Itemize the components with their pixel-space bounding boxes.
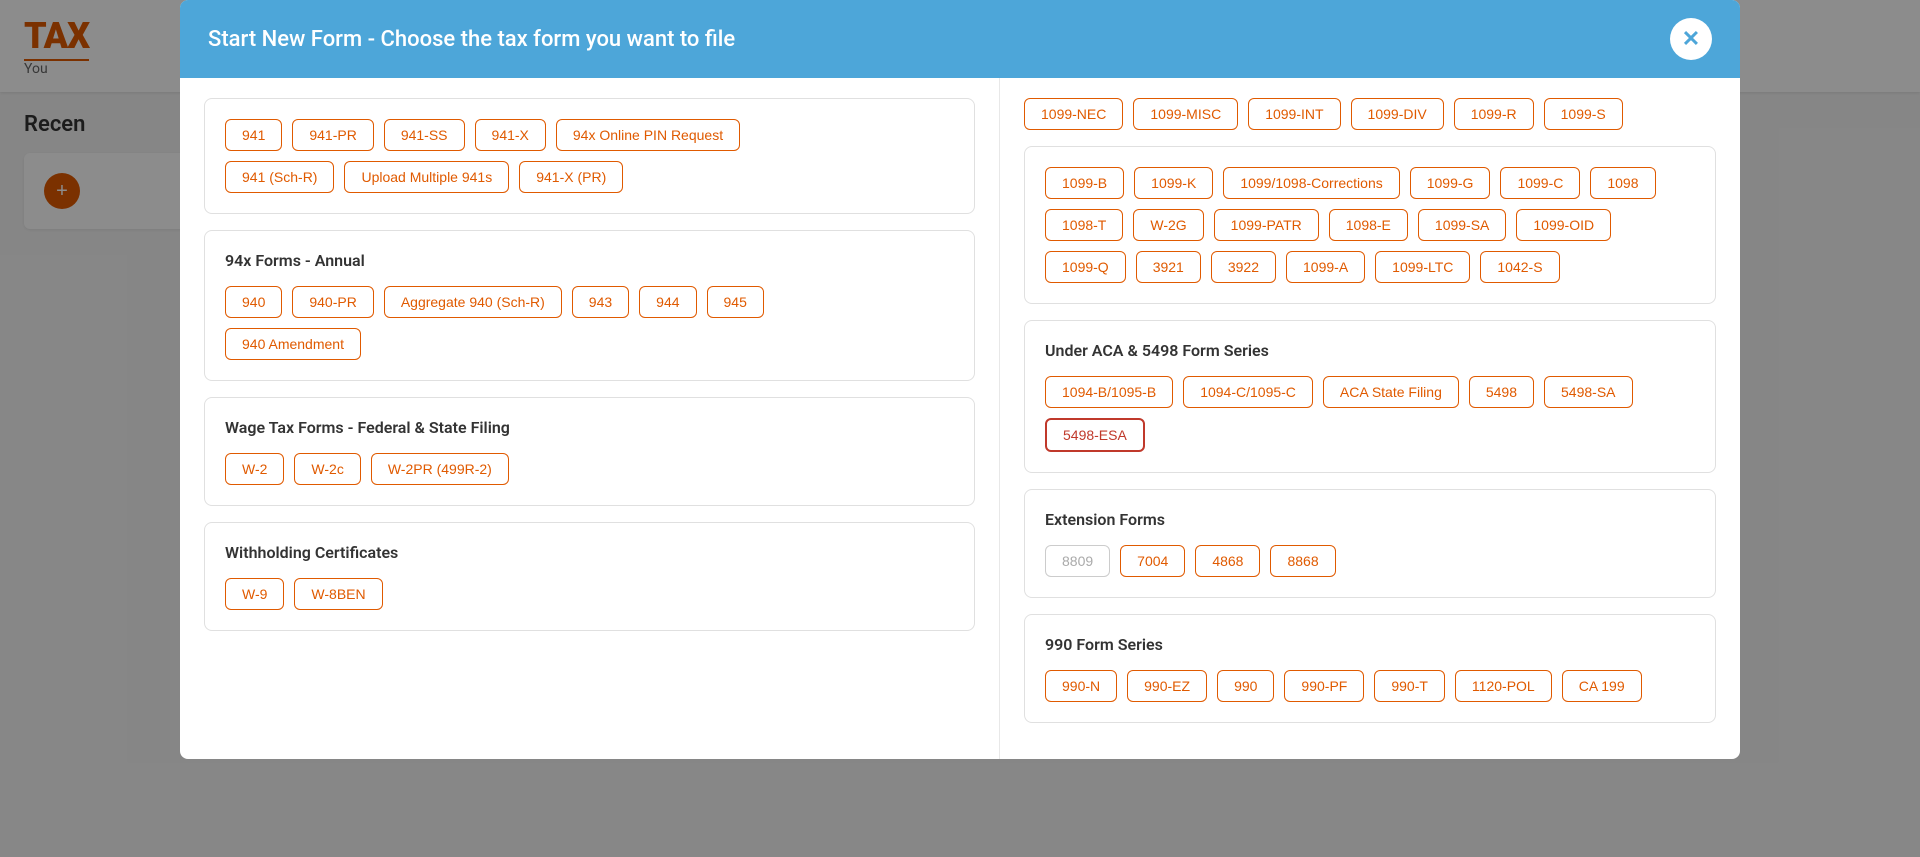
form-btn-4868[interactable]: 4868: [1195, 545, 1260, 577]
form-btn-1098[interactable]: 1098: [1590, 167, 1655, 199]
form-btn-1099-k[interactable]: 1099-K: [1134, 167, 1213, 199]
extension-buttons: 8809 7004 4868 8868: [1045, 545, 1695, 577]
modal-body: 941 941-PR 941-SS 941-X 94x Online PIN R…: [180, 78, 1740, 759]
form-btn-1098-t[interactable]: 1098-T: [1045, 209, 1123, 241]
1099-row2: 1098-T W-2G 1099-PATR 1098-E 1099-SA 109…: [1045, 209, 1695, 241]
modal-close-button[interactable]: ✕: [1670, 18, 1712, 60]
form-btn-w2c[interactable]: W-2c: [294, 453, 360, 485]
form-btn-1099-int[interactable]: 1099-INT: [1248, 98, 1340, 130]
modal-title: Start New Form - Choose the tax form you…: [208, 27, 735, 52]
section-990: 990 Form Series 990-N 990-EZ 990 990-PF …: [1024, 614, 1716, 723]
form-btn-7004[interactable]: 7004: [1120, 545, 1185, 577]
form-btn-1098-e[interactable]: 1098-E: [1329, 209, 1408, 241]
section-wage-tax: Wage Tax Forms - Federal & State Filing …: [204, 397, 975, 506]
form-btn-1099-nec[interactable]: 1099-NEC: [1024, 98, 1123, 130]
quarterly-bottom-buttons: 941 (Sch-R) Upload Multiple 941s 941-X (…: [225, 161, 954, 193]
form-btn-94x-pin[interactable]: 94x Online PIN Request: [556, 119, 740, 151]
modal-overlay: Start New Form - Choose the tax form you…: [0, 0, 1920, 857]
form-btn-1099-misc[interactable]: 1099-MISC: [1133, 98, 1238, 130]
section-withholding-title: Withholding Certificates: [225, 543, 954, 562]
form-btn-990-ez[interactable]: 990-EZ: [1127, 670, 1207, 702]
section-extension: Extension Forms 8809 7004 4868 8868: [1024, 489, 1716, 598]
form-btn-940-pr[interactable]: 940-PR: [292, 286, 373, 318]
form-btn-3922[interactable]: 3922: [1211, 251, 1276, 283]
form-btn-940[interactable]: 940: [225, 286, 282, 318]
form-btn-1099-div[interactable]: 1099-DIV: [1351, 98, 1444, 130]
form-btn-1099-a[interactable]: 1099-A: [1286, 251, 1365, 283]
form-btn-941-pr[interactable]: 941-PR: [292, 119, 373, 151]
form-btn-940-amendment[interactable]: 940 Amendment: [225, 328, 361, 360]
form-btn-941[interactable]: 941: [225, 119, 282, 151]
section-extension-title: Extension Forms: [1045, 510, 1695, 529]
section-94x-annual: 94x Forms - Annual 940 940-PR Aggregate …: [204, 230, 975, 381]
form-btn-aggregate-940[interactable]: Aggregate 940 (Sch-R): [384, 286, 562, 318]
section-withholding: Withholding Certificates W-9 W-8BEN: [204, 522, 975, 631]
form-btn-941-ss[interactable]: 941-SS: [384, 119, 465, 151]
form-btn-1099-ltc[interactable]: 1099-LTC: [1375, 251, 1470, 283]
form-btn-3921[interactable]: 3921: [1136, 251, 1201, 283]
form-btn-990-n[interactable]: 990-N: [1045, 670, 1117, 702]
form-btn-w9[interactable]: W-9: [225, 578, 284, 610]
form-btn-941-x-pr[interactable]: 941-X (PR): [519, 161, 623, 193]
section-1099-more: 1099-B 1099-K 1099/1098-Corrections 1099…: [1024, 146, 1716, 304]
withholding-buttons: W-9 W-8BEN: [225, 578, 954, 610]
section-wage-tax-title: Wage Tax Forms - Federal & State Filing: [225, 418, 954, 437]
form-btn-1099-1098-corrections[interactable]: 1099/1098-Corrections: [1223, 167, 1399, 199]
form-btn-943[interactable]: 943: [572, 286, 629, 318]
section-94x-quarterly: 941 941-PR 941-SS 941-X 94x Online PIN R…: [204, 98, 975, 214]
aca-row1: 1094-B/1095-B 1094-C/1095-C ACA State Fi…: [1045, 376, 1695, 408]
form-btn-941-x[interactable]: 941-X: [475, 119, 546, 151]
section-94x-annual-title: 94x Forms - Annual: [225, 251, 954, 270]
form-btn-5498-sa[interactable]: 5498-SA: [1544, 376, 1632, 408]
quarterly-top-buttons: 941 941-PR 941-SS 941-X 94x Online PIN R…: [225, 119, 954, 151]
1099-row3: 1099-Q 3921 3922 1099-A 1099-LTC 1042-S: [1045, 251, 1695, 283]
990-buttons: 990-N 990-EZ 990 990-PF 990-T 1120-POL C…: [1045, 670, 1695, 702]
section-aca-title: Under ACA & 5498 Form Series: [1045, 341, 1695, 360]
form-btn-1120-pol[interactable]: 1120-POL: [1455, 670, 1552, 702]
annual-bottom-buttons: 940 Amendment: [225, 328, 954, 360]
form-btn-ca199[interactable]: CA 199: [1562, 670, 1642, 702]
section-aca-5498: Under ACA & 5498 Form Series 1094-B/1095…: [1024, 320, 1716, 473]
annual-top-buttons: 940 940-PR Aggregate 940 (Sch-R) 943 944…: [225, 286, 954, 318]
form-btn-w2pr[interactable]: W-2PR (499R-2): [371, 453, 509, 485]
form-btn-990-pf[interactable]: 990-PF: [1284, 670, 1364, 702]
form-btn-w8ben[interactable]: W-8BEN: [294, 578, 382, 610]
form-btn-1099-r[interactable]: 1099-R: [1454, 98, 1534, 130]
aca-row2: 5498-ESA: [1045, 418, 1695, 452]
form-btn-990[interactable]: 990: [1217, 670, 1274, 702]
form-btn-8868[interactable]: 8868: [1270, 545, 1335, 577]
form-btn-aca-state[interactable]: ACA State Filing: [1323, 376, 1459, 408]
form-btn-5498-esa[interactable]: 5498-ESA: [1045, 418, 1145, 452]
modal: Start New Form - Choose the tax form you…: [180, 0, 1740, 759]
form-btn-8809: 8809: [1045, 545, 1110, 577]
form-btn-1094b-1095b[interactable]: 1094-B/1095-B: [1045, 376, 1173, 408]
wage-tax-buttons: W-2 W-2c W-2PR (499R-2): [225, 453, 954, 485]
form-btn-upload-941s[interactable]: Upload Multiple 941s: [344, 161, 509, 193]
form-btn-5498[interactable]: 5498: [1469, 376, 1534, 408]
form-btn-w2[interactable]: W-2: [225, 453, 284, 485]
form-btn-944[interactable]: 944: [639, 286, 696, 318]
form-btn-945[interactable]: 945: [707, 286, 764, 318]
form-btn-1099-s[interactable]: 1099-S: [1544, 98, 1623, 130]
form-btn-1099-patr[interactable]: 1099-PATR: [1214, 209, 1319, 241]
form-btn-990-t[interactable]: 990-T: [1374, 670, 1445, 702]
form-btn-1042-s[interactable]: 1042-S: [1480, 251, 1559, 283]
modal-header: Start New Form - Choose the tax form you…: [180, 0, 1740, 78]
form-btn-1094c-1095c[interactable]: 1094-C/1095-C: [1183, 376, 1313, 408]
form-btn-941-schr[interactable]: 941 (Sch-R): [225, 161, 334, 193]
form-btn-1099-b[interactable]: 1099-B: [1045, 167, 1124, 199]
right-top-buttons: 1099-NEC 1099-MISC 1099-INT 1099-DIV 109…: [1024, 98, 1716, 130]
modal-right-column: 1099-NEC 1099-MISC 1099-INT 1099-DIV 109…: [1000, 78, 1740, 759]
1099-row1: 1099-B 1099-K 1099/1098-Corrections 1099…: [1045, 167, 1695, 199]
form-btn-1099-q[interactable]: 1099-Q: [1045, 251, 1126, 283]
form-btn-1099-c[interactable]: 1099-C: [1500, 167, 1580, 199]
form-btn-1099-g[interactable]: 1099-G: [1410, 167, 1491, 199]
modal-left-column: 941 941-PR 941-SS 941-X 94x Online PIN R…: [180, 78, 1000, 759]
form-btn-1099-sa[interactable]: 1099-SA: [1418, 209, 1506, 241]
form-btn-1099-oid[interactable]: 1099-OID: [1516, 209, 1611, 241]
form-btn-w2g[interactable]: W-2G: [1133, 209, 1203, 241]
section-990-title: 990 Form Series: [1045, 635, 1695, 654]
